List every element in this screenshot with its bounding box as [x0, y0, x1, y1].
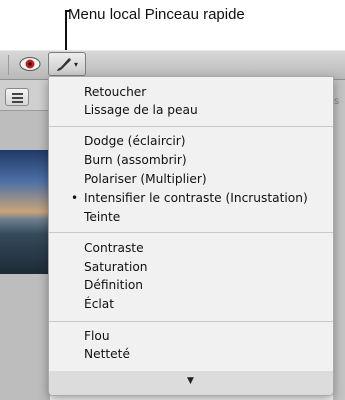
- scroll-down-arrow-icon[interactable]: ▼: [187, 376, 194, 386]
- right-panel-text: s: [334, 96, 340, 107]
- menu-item-saturation[interactable]: Saturation: [84, 259, 148, 275]
- menu-item-definition[interactable]: Définition: [84, 277, 143, 293]
- callout-leader-tick: [65, 10, 70, 12]
- brush-icon: [57, 57, 72, 71]
- list-view-button[interactable]: [5, 88, 29, 106]
- menu-item-lissage-de-la-peau[interactable]: Lissage de la peau: [84, 102, 198, 118]
- quick-brush-button[interactable]: ▾: [48, 52, 86, 76]
- chevron-down-icon: ▾: [74, 60, 79, 69]
- eye-icon[interactable]: [16, 55, 44, 73]
- callout-label: Menu local Pinceau rapide: [68, 6, 245, 23]
- quick-brush-popup-menu: Retoucher Lissage de la peau Dodge (écla…: [48, 76, 334, 396]
- menu-item-intensifier-le-contraste[interactable]: Intensifier le contraste (Incrustation): [84, 190, 308, 206]
- menu-separator: [49, 232, 333, 233]
- menu-item-dodge[interactable]: Dodge (éclaircir): [84, 133, 185, 149]
- menu-separator: [49, 126, 333, 127]
- selected-bullet-icon: •: [71, 191, 79, 205]
- list-icon-line: [12, 101, 23, 103]
- list-icon: [12, 93, 23, 95]
- right-panel-edge: [333, 80, 345, 400]
- list-icon-line: [12, 97, 23, 99]
- menu-separator: [49, 321, 333, 322]
- photo-thumbnail[interactable]: [0, 150, 50, 274]
- menu-item-nettete[interactable]: Netteté: [84, 346, 130, 362]
- menu-item-contraste[interactable]: Contraste: [84, 240, 144, 256]
- toolbar-divider: [8, 55, 9, 75]
- menu-item-burn[interactable]: Burn (assombrir): [84, 152, 187, 168]
- menu-item-retoucher[interactable]: Retoucher: [84, 84, 146, 100]
- menu-item-teinte[interactable]: Teinte: [84, 209, 120, 225]
- menu-item-eclat[interactable]: Éclat: [84, 296, 114, 312]
- menu-item-polariser[interactable]: Polariser (Multiplier): [84, 171, 207, 187]
- menu-scroll-area[interactable]: ▼: [49, 371, 333, 395]
- menu-item-flou[interactable]: Flou: [84, 328, 110, 344]
